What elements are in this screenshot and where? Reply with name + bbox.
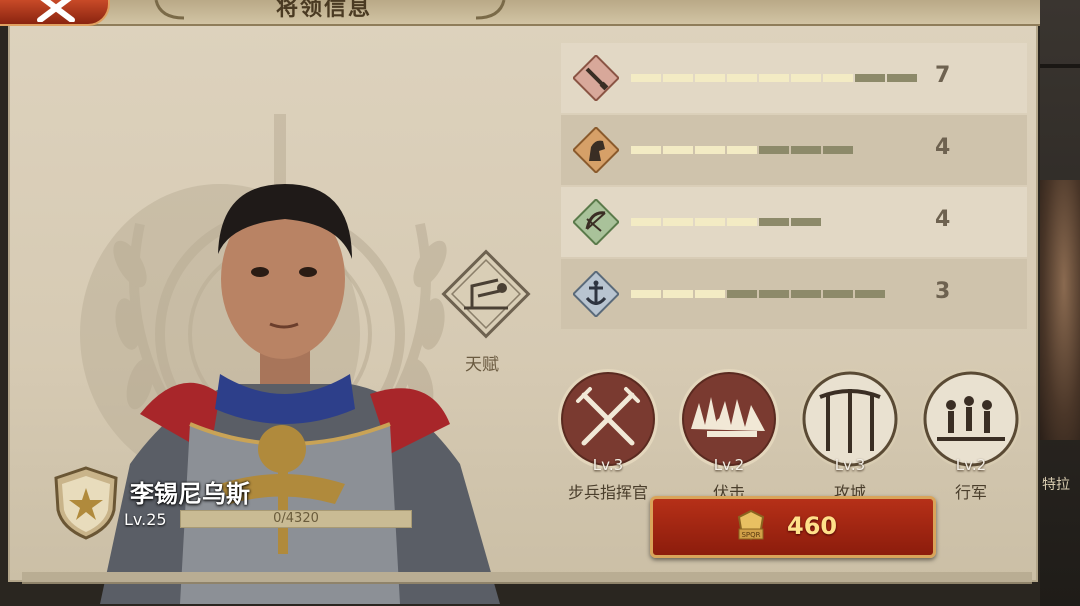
hero-portrait bbox=[80, 184, 500, 604]
stat-bar-navy bbox=[631, 290, 885, 298]
wreath-right-icon bbox=[475, 0, 506, 20]
skill-name-1: 步兵指挥官 bbox=[567, 483, 648, 502]
hero-name: 李锡尼乌斯 bbox=[130, 480, 250, 508]
panel-base bbox=[22, 572, 1032, 584]
stat-bar-segment bbox=[695, 146, 725, 154]
stat-bar-segment bbox=[759, 218, 789, 226]
stat-bar-segment bbox=[855, 74, 885, 82]
stat-bar-segment bbox=[887, 74, 917, 82]
stat-bar-segment bbox=[759, 74, 789, 82]
stat-bar-segment bbox=[823, 74, 853, 82]
skill-level-2: Lv.2 bbox=[713, 456, 745, 474]
stat-bar-cavalry bbox=[631, 146, 853, 154]
stat-bar-segment bbox=[791, 290, 821, 298]
stat-bar-infantry bbox=[631, 74, 917, 82]
window-title: 将领信息 bbox=[276, 0, 373, 21]
stat-bar-segment bbox=[631, 218, 661, 226]
stat-bar-segment bbox=[695, 290, 725, 298]
stat-value-archer: 4 bbox=[935, 207, 951, 232]
stat-bar-segment bbox=[727, 218, 757, 226]
side-portrait bbox=[1040, 180, 1080, 440]
anchor-icon bbox=[573, 271, 619, 317]
cavalry-icon bbox=[573, 127, 619, 173]
stat-bar-segment bbox=[695, 218, 725, 226]
stat-bar-segment bbox=[663, 74, 693, 82]
stat-bar-segment bbox=[823, 146, 853, 154]
stat-bar-segment bbox=[791, 146, 821, 154]
side-peek-text: 特拉 bbox=[1042, 477, 1070, 493]
stat-bar-segment bbox=[663, 146, 693, 154]
stat-value-navy: 3 bbox=[935, 279, 951, 304]
siege-icon bbox=[819, 389, 881, 453]
stat-value-infantry: 7 bbox=[935, 63, 951, 88]
skill-level-3: Lv.3 bbox=[834, 456, 866, 474]
stat-row-infantry: 7 bbox=[561, 43, 1027, 113]
hero-level: Lv.25 bbox=[124, 510, 167, 529]
title-bar: 将领信息 bbox=[0, 0, 1040, 26]
stat-bar-segment bbox=[759, 290, 789, 298]
wreath-left-icon bbox=[154, 0, 185, 20]
stat-row-cavalry: 4 bbox=[561, 115, 1027, 185]
stat-row-archer: 4 bbox=[561, 187, 1027, 257]
stat-bar-segment bbox=[791, 74, 821, 82]
stat-bar-segment bbox=[631, 290, 661, 298]
stat-bar-segment bbox=[631, 74, 661, 82]
stat-bar-segment bbox=[823, 290, 853, 298]
close-button[interactable] bbox=[0, 0, 110, 26]
stat-bar-segment bbox=[855, 290, 885, 298]
stat-bar-segment bbox=[791, 218, 821, 226]
skill-level-1: Lv.3 bbox=[592, 456, 624, 474]
coin-label: SPQR bbox=[741, 531, 760, 539]
close-icon bbox=[37, 0, 75, 22]
exp-text: 0/4320 bbox=[273, 511, 319, 526]
stat-bar-segment bbox=[663, 218, 693, 226]
stat-bar-segment bbox=[727, 146, 757, 154]
stat-bar-segment bbox=[759, 146, 789, 154]
skill-level-4: Lv.2 bbox=[955, 456, 987, 474]
stat-bar-archer bbox=[631, 218, 821, 226]
side-divider bbox=[1040, 64, 1080, 68]
stat-bar-segment bbox=[663, 290, 693, 298]
upgrade-cost: 460 bbox=[787, 512, 838, 540]
exp-bar: 0/4320 bbox=[180, 510, 412, 528]
background-side: 特拉 bbox=[1040, 0, 1080, 606]
upgrade-button[interactable]: SPQR 460 bbox=[650, 496, 936, 558]
bow-icon bbox=[573, 199, 619, 245]
rank-star-icon bbox=[54, 466, 118, 540]
sword-icon bbox=[573, 55, 619, 101]
stat-bar-segment bbox=[695, 74, 725, 82]
talent-icon[interactable] bbox=[438, 246, 534, 342]
stat-row-navy: 3 bbox=[561, 259, 1027, 329]
talent-label: 天赋 bbox=[465, 355, 499, 375]
stat-bar-segment bbox=[631, 146, 661, 154]
spqr-coin-icon: SPQR bbox=[737, 509, 765, 541]
stat-bar-segment bbox=[727, 290, 757, 298]
stat-bar-segment bbox=[727, 74, 757, 82]
stat-value-cavalry: 4 bbox=[935, 135, 951, 160]
